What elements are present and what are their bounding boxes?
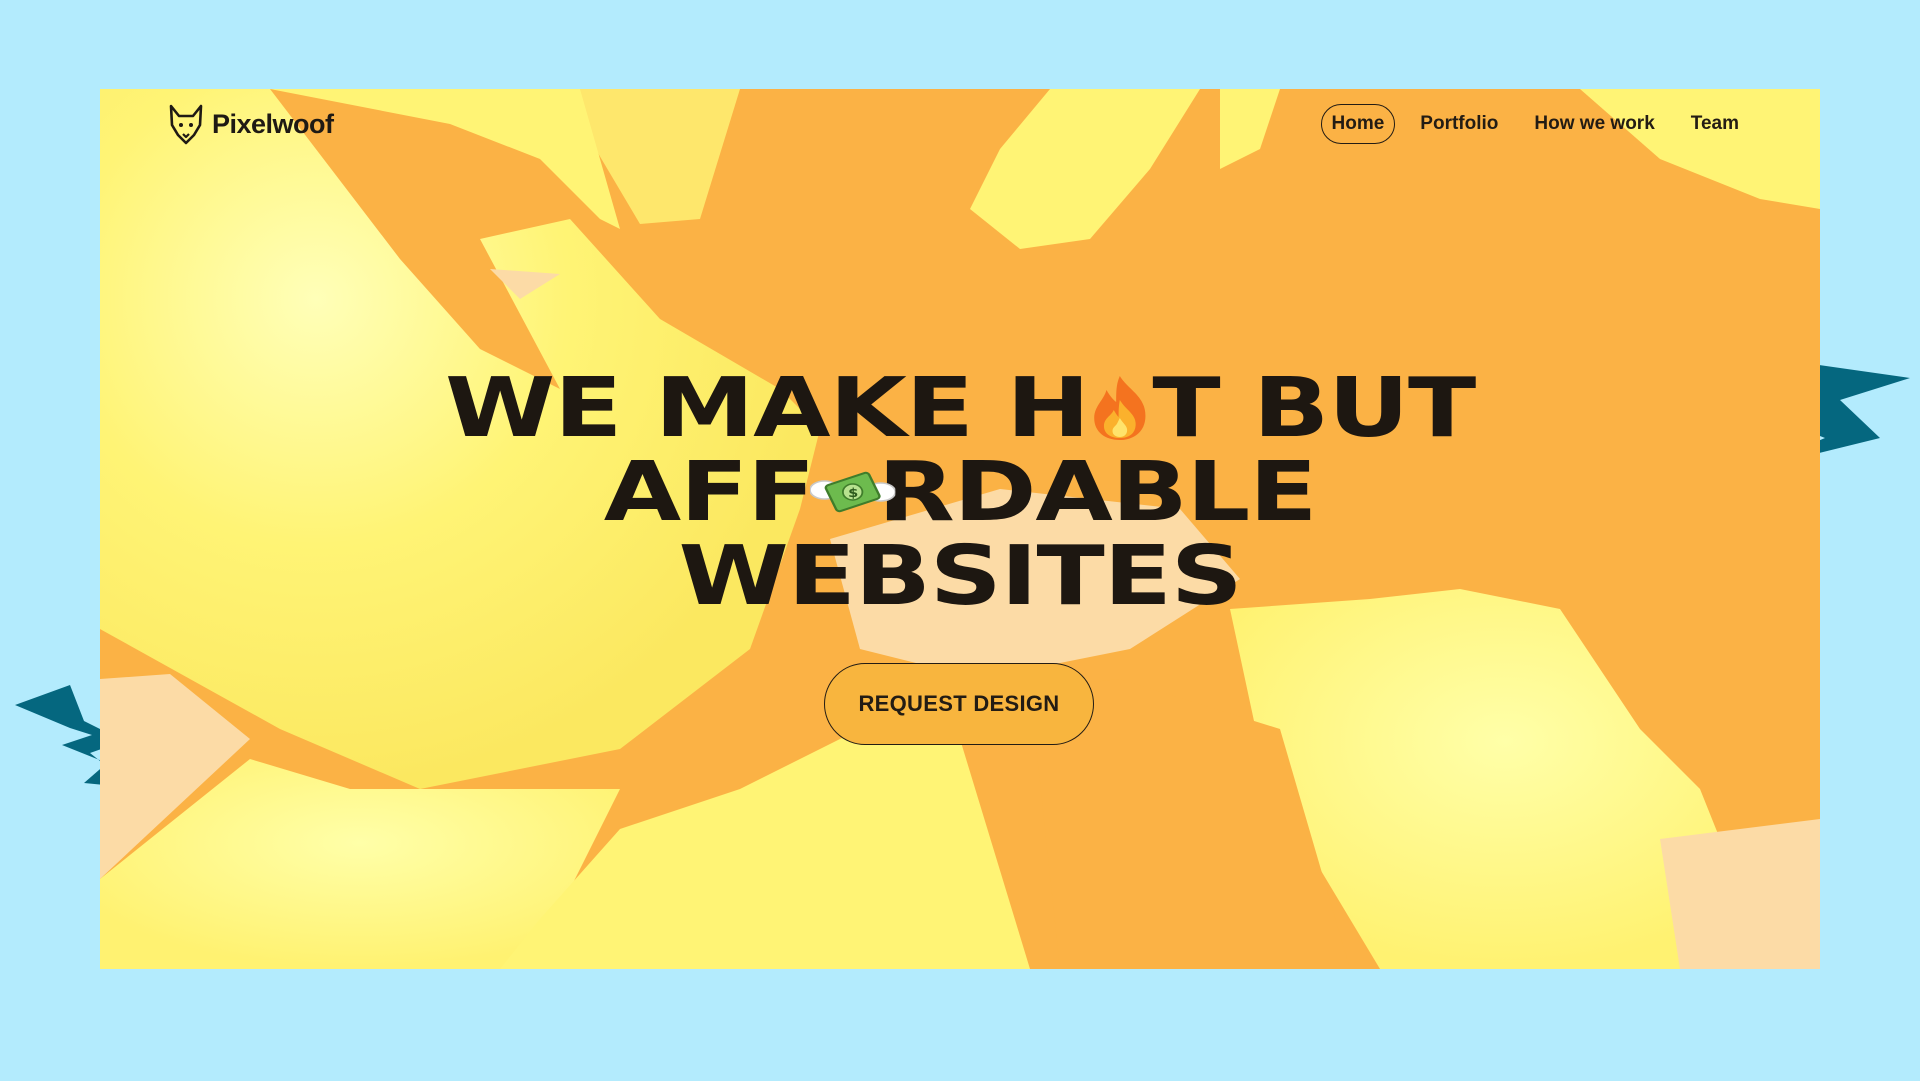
- headline-line-1-end: T BUT: [1152, 361, 1476, 456]
- request-design-button[interactable]: REQUEST DESIGN: [824, 663, 1094, 745]
- nav-item-team[interactable]: Team: [1680, 104, 1750, 144]
- headline-line-2-start: AFF: [603, 445, 816, 540]
- headline-line-3: WEBSITES: [678, 529, 1242, 624]
- headline-line-1: WE MAKE H T BUT: [100, 367, 1820, 451]
- headline-line-1-start: WE MAKE H: [444, 361, 1090, 456]
- nav-item-how-we-work[interactable]: How we work: [1523, 104, 1665, 144]
- brand-name: Pixelwoof: [212, 108, 334, 139]
- headline-line-2: AFF $ RDABLE: [100, 451, 1820, 535]
- fire-emoji-icon: [1089, 376, 1152, 442]
- nav-item-portfolio[interactable]: Portfolio: [1409, 104, 1509, 144]
- headline-line-2-end: RDABLE: [877, 445, 1318, 540]
- brand-logo[interactable]: Pixelwoof: [168, 103, 334, 145]
- navbar: Pixelwoof Home Portfolio How we work Tea…: [100, 89, 1820, 159]
- svg-text:$: $: [848, 487, 858, 500]
- main-nav: Home Portfolio How we work Team: [1320, 104, 1751, 144]
- money-with-wings-emoji-icon: $: [809, 460, 895, 526]
- nav-item-home[interactable]: Home: [1320, 104, 1396, 144]
- fox-head-icon: [169, 104, 203, 145]
- hero-headline: WE MAKE H T BUT AFF $ RDABLE WEBSITES: [100, 367, 1820, 619]
- hero-section: Pixelwoof Home Portfolio How we work Tea…: [100, 89, 1820, 969]
